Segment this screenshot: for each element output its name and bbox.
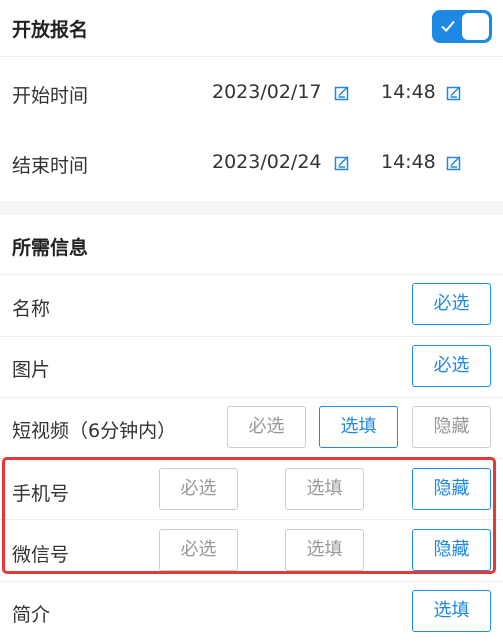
required-button[interactable]: 必选: [227, 406, 306, 448]
field-label: 名称: [12, 298, 51, 320]
required-button[interactable]: 必选: [159, 529, 238, 571]
end-time-row: 结束时间 2023/02/24 14:48: [0, 129, 503, 201]
start-time-value[interactable]: 14:48: [381, 81, 436, 103]
field-label: 短视频（6分钟内）: [12, 420, 177, 442]
required-info-title: 所需信息: [12, 237, 89, 259]
start-time-label: 开始时间: [12, 85, 89, 107]
field-label: 图片: [12, 359, 51, 381]
optional-button[interactable]: 选填: [412, 590, 491, 632]
required-button[interactable]: 必选: [412, 283, 491, 325]
field-label: 微信号: [12, 544, 70, 566]
edit-time-icon[interactable]: [446, 85, 462, 101]
field-row-intro: 简介 选填: [0, 582, 503, 641]
registration-section: 开放报名 开始时间 2023/02/17 14:48 结束时间 2023/02/…: [0, 0, 503, 201]
hidden-button[interactable]: 隐藏: [412, 406, 491, 448]
field-row-short-video: 短视频（6分钟内） 必选 选填 隐藏: [0, 398, 503, 459]
field-label: 简介: [12, 604, 51, 626]
required-button[interactable]: 必选: [159, 468, 238, 510]
field-row-phone: 手机号 必选 选填 隐藏: [0, 459, 503, 520]
start-time-row: 开始时间 2023/02/17 14:48: [0, 57, 503, 129]
section-divider: [0, 201, 503, 215]
required-info-header-row: 所需信息: [0, 215, 503, 275]
registration-title: 开放报名: [12, 19, 89, 41]
check-icon: [441, 20, 455, 32]
registration-header-row: 开放报名: [0, 0, 503, 57]
start-date-value[interactable]: 2023/02/17: [212, 81, 322, 103]
field-row-wechat: 微信号 必选 选填 隐藏: [0, 520, 503, 582]
optional-button[interactable]: 选填: [319, 406, 398, 448]
required-button[interactable]: 必选: [412, 345, 491, 387]
registration-toggle[interactable]: [432, 10, 492, 43]
optional-button[interactable]: 选填: [285, 468, 364, 510]
hidden-button[interactable]: 隐藏: [412, 529, 491, 571]
end-time-label: 结束时间: [12, 155, 89, 177]
end-date-value[interactable]: 2023/02/24: [212, 151, 322, 173]
field-label: 手机号: [12, 483, 70, 505]
optional-button[interactable]: 选填: [285, 529, 364, 571]
edit-time-icon[interactable]: [446, 155, 462, 171]
hidden-button[interactable]: 隐藏: [412, 468, 491, 510]
edit-date-icon[interactable]: [334, 155, 350, 171]
toggle-knob: [462, 13, 489, 40]
field-row-name: 名称 必选: [0, 275, 503, 337]
field-row-image: 图片 必选: [0, 337, 503, 398]
edit-date-icon[interactable]: [334, 85, 350, 101]
end-time-value[interactable]: 14:48: [381, 151, 436, 173]
required-info-section: 所需信息 名称 必选 图片 必选 短视频（6分钟内） 必选 选填 隐藏 手机号 …: [0, 215, 503, 641]
